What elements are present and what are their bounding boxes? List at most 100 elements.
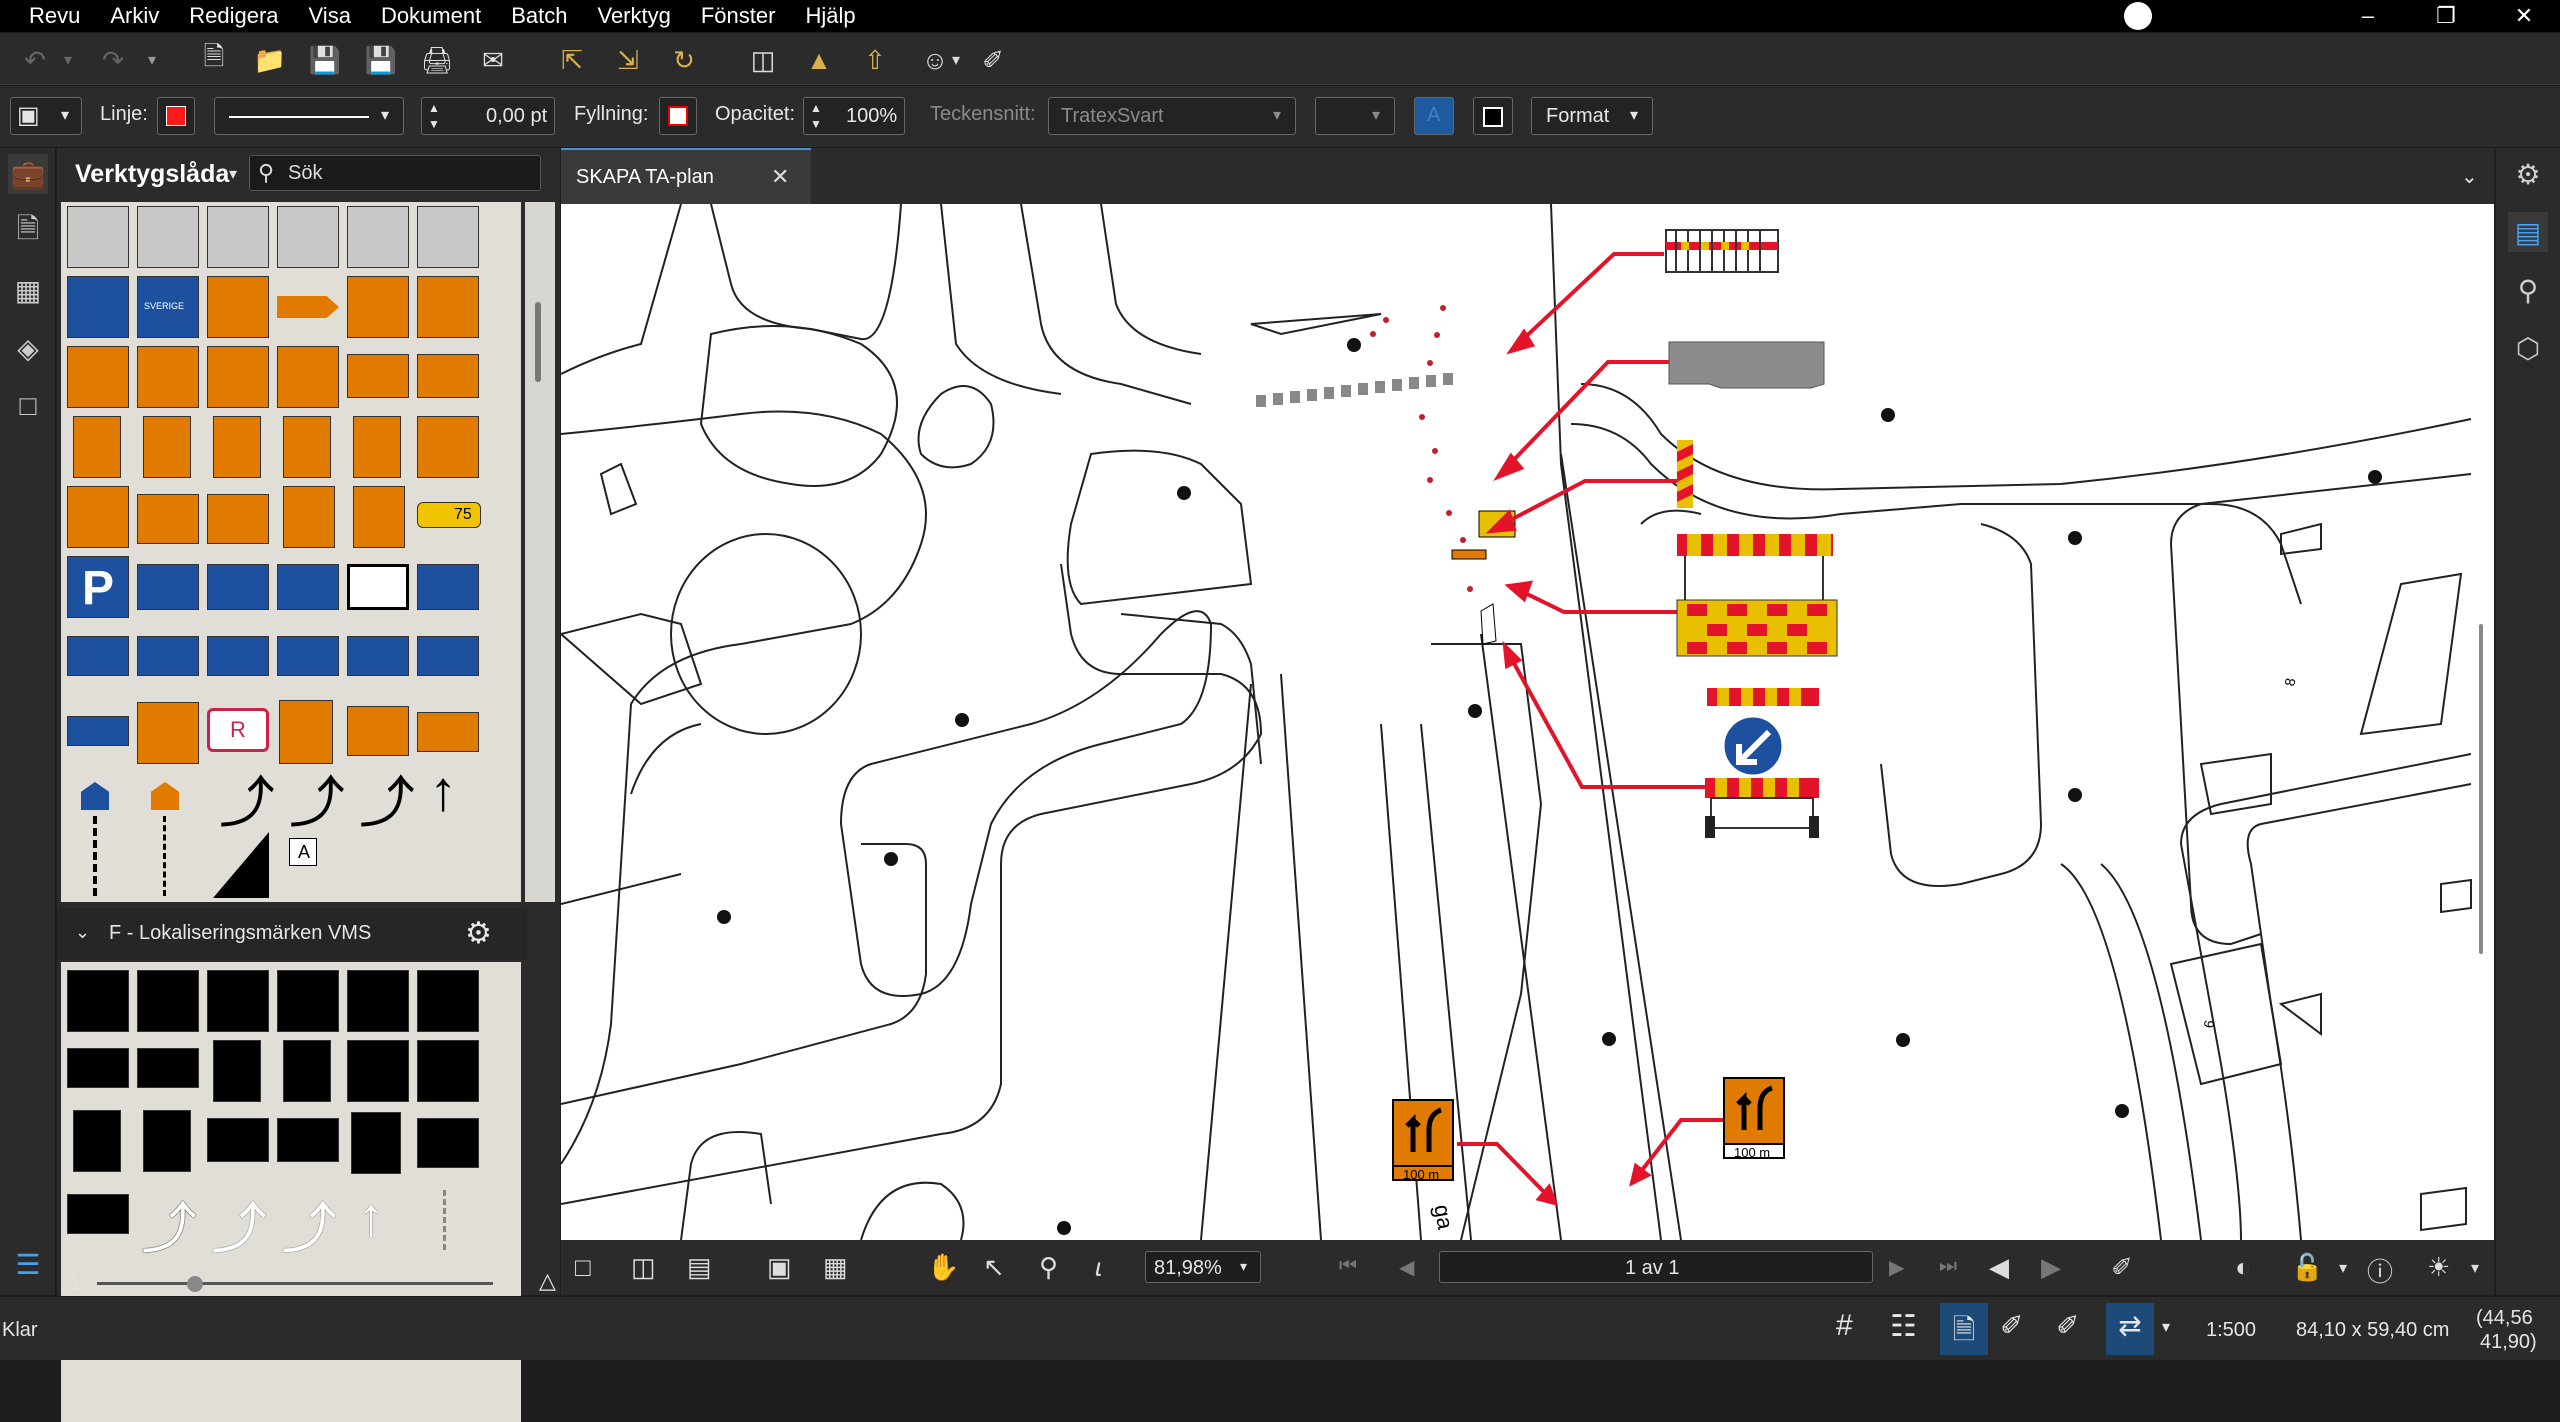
print-icon[interactable]: 🖨 (420, 43, 454, 77)
toolbox-title[interactable]: Verktygslåda (75, 160, 229, 189)
symbol-vms[interactable] (347, 1040, 409, 1102)
symbol-lane-sign[interactable] (347, 276, 409, 338)
symbol-vehicle[interactable] (67, 636, 129, 676)
symbol-lane-sign[interactable] (417, 276, 479, 338)
new-document-icon[interactable]: 🗎 (197, 41, 231, 77)
toolbox-zoom-slider[interactable]: △ △ (67, 1268, 556, 1293)
prev-page-icon[interactable]: ◀ (1399, 1255, 1414, 1280)
measure-icon[interactable]: ▤ (2508, 212, 2548, 252)
markups-list-icon[interactable]: ☰ (8, 1244, 48, 1284)
menu-visa[interactable]: Visa (293, 0, 365, 32)
tab-list-chevron-icon[interactable]: ⌄ (2461, 164, 2478, 189)
symbol-vms-blank[interactable] (67, 1194, 129, 1234)
layers-icon[interactable]: ◈ (8, 328, 48, 368)
symbol-vms[interactable] (207, 970, 269, 1032)
symbol-lane-sign[interactable] (67, 486, 129, 548)
symbol-lane-sign[interactable] (137, 494, 199, 544)
info-icon[interactable]: ⓘ (2367, 1252, 2393, 1289)
page-field[interactable]: 1 av 1 (1439, 1251, 1873, 1283)
fit-width-icon[interactable]: ▦ (823, 1252, 848, 1283)
scrollbar-thumb[interactable] (535, 302, 541, 382)
symbol-lane-sign[interactable] (67, 346, 129, 408)
symbol-lane-sign[interactable] (353, 416, 401, 478)
undo-dropdown-icon[interactable]: ▾ (58, 43, 78, 77)
symbol-orange-blank[interactable] (417, 712, 479, 752)
fit-page-icon[interactable]: ▣ (767, 1252, 792, 1283)
symbol-vms[interactable] (207, 1118, 269, 1162)
grid-icon[interactable]: # (1836, 1309, 1853, 1343)
toolbox-dropdown-icon[interactable]: ▾ (229, 164, 237, 184)
border-color-button[interactable] (1473, 97, 1513, 135)
menu-redigera[interactable]: Redigera (173, 0, 292, 32)
flatten-icon[interactable]: ▲ (802, 43, 836, 77)
symbol-r-sign[interactable]: R (207, 708, 269, 752)
symbol-speed-75[interactable]: 75 (417, 502, 481, 528)
first-page-icon[interactable]: ⏮ (1339, 1255, 1357, 1278)
symbol-vms[interactable] (137, 1048, 199, 1088)
single-page-icon[interactable]: □ (575, 1252, 591, 1283)
symbol-parking-bus[interactable] (207, 564, 269, 610)
brightness-dropdown-icon[interactable]: ▾ (2471, 1258, 2479, 1278)
symbol-vehicle[interactable] (417, 636, 479, 676)
restore-icon[interactable]: ❐ (2416, 0, 2476, 32)
symbol-lane-sign[interactable] (137, 346, 199, 408)
split-horizontal-icon[interactable]: ▤ (687, 1252, 712, 1283)
scale-value[interactable]: 1:500 (2206, 1319, 2256, 1342)
menu-dokument[interactable]: Dokument (365, 0, 495, 32)
symbol-lane-sign[interactable] (213, 416, 261, 478)
symbol-truck[interactable] (417, 564, 479, 610)
toolbox-section-header[interactable]: ⌄ F - Lokaliseringsmärken VMS ⚙ (57, 908, 527, 960)
open-folder-icon[interactable]: 📁 (253, 43, 287, 77)
symbol-lane-sign[interactable] (283, 486, 335, 548)
symbol-vms[interactable] (73, 1110, 121, 1172)
symbol-vehicle[interactable] (207, 636, 269, 676)
insert-pages-icon[interactable]: ⇲ (611, 43, 645, 77)
symbol-lane-sign[interactable] (207, 494, 269, 544)
symbol-house-marker[interactable] (151, 782, 179, 810)
symbol-lane-sign[interactable] (283, 416, 331, 478)
extract-pages-icon[interactable]: ⇱ (555, 43, 589, 77)
symbol-direction-arrow[interactable] (277, 296, 339, 318)
unflatten-icon[interactable]: ⇧ (858, 43, 892, 77)
symbol-lane-sign[interactable] (207, 346, 269, 408)
symbol-curved-arrow[interactable]: ⤴ (289, 758, 345, 839)
symbol-eu-sverige[interactable]: SVERIGE (137, 276, 199, 338)
symbol-lane-arrow[interactable] (207, 206, 269, 268)
menu-revu[interactable]: Revu (0, 0, 94, 32)
symbol-lane-sign[interactable] (353, 486, 405, 548)
symbol-dashed-line[interactable] (93, 816, 97, 896)
pan-hand-icon[interactable]: ✋ (927, 1252, 959, 1283)
symbol-vms-blank[interactable] (417, 1118, 479, 1168)
split-view-icon[interactable]: ◫ (746, 43, 780, 77)
thumbnails-icon[interactable]: ▦ (8, 270, 48, 310)
document-tab[interactable]: SKAPA TA-plan ✕ (561, 148, 811, 204)
symbol-motorway-lanes[interactable] (67, 276, 129, 338)
document-canvas[interactable]: 100 m 100 m ga 8 6 (561, 204, 2494, 1240)
menu-hjalp[interactable]: Hjälp (789, 0, 869, 32)
eyedropper-icon[interactable]: ✐ (2111, 1252, 2133, 1283)
undo-icon[interactable]: ↶ (18, 43, 52, 77)
zoom-field[interactable]: 81,98% ▾ (1145, 1251, 1261, 1283)
zoom-icon[interactable]: ⚲ (1039, 1252, 1058, 1283)
symbol-vehicle-combo[interactable] (67, 716, 129, 746)
sync-dropdown-icon[interactable]: ▾ (2162, 1317, 2170, 1337)
symbol-lane-sign[interactable] (417, 416, 479, 478)
redo-dropdown-icon[interactable]: ▾ (142, 43, 162, 77)
minimize-icon[interactable]: – (2338, 0, 2398, 32)
symbol-parking-train[interactable] (277, 564, 339, 610)
symbol-lane-arrow[interactable] (137, 206, 199, 268)
symbol-straight-arrow-outline[interactable]: ↑ (357, 1184, 385, 1249)
line-width-field[interactable]: ▲ ▼ 0,00 pt (421, 97, 555, 135)
snap-grid-icon[interactable]: ☷ (1890, 1309, 1917, 1344)
symbol-lane-arrow[interactable] (67, 206, 129, 268)
symbol-vms[interactable] (277, 970, 339, 1032)
redo-icon[interactable]: ↷ (96, 43, 130, 77)
symbol-curved-arrow[interactable]: ⤴ (219, 758, 275, 839)
select-text-icon[interactable]: 𝜄 (1095, 1252, 1102, 1284)
symbol-curved-arrow-outline[interactable]: ⤴ (141, 1184, 197, 1265)
toolbox-scrollbar[interactable] (525, 202, 555, 902)
symbol-curved-arrow[interactable]: ⤴ (359, 758, 415, 839)
symbol-vehicle[interactable] (277, 636, 339, 676)
settings-gear-icon[interactable]: ⚙ (2508, 154, 2548, 194)
slider-thumb[interactable] (187, 1276, 203, 1292)
